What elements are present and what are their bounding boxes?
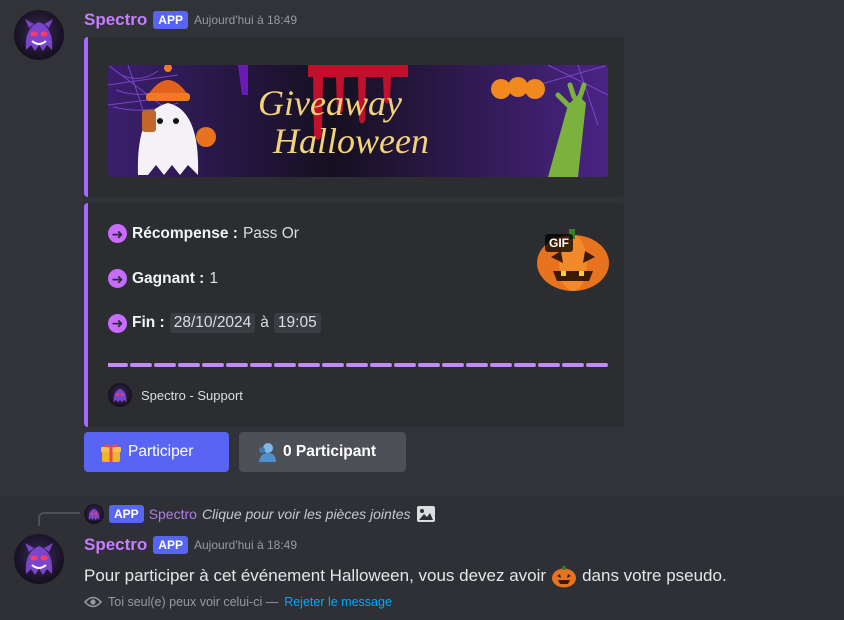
footer-text: Spectro - Support bbox=[141, 387, 243, 403]
message-text-after: dans votre pseudo. bbox=[582, 566, 727, 585]
svg-text:Giveaway: Giveaway bbox=[258, 83, 402, 123]
giveaway-embed: ➜ Récompense : Pass Or ➜ Gagnant : 1 ➜ F… bbox=[84, 203, 624, 427]
pumpkin-gif-thumbnail[interactable]: GIF bbox=[535, 223, 611, 293]
eye-icon bbox=[84, 596, 102, 608]
end-date: 28/10/2024 bbox=[169, 313, 256, 333]
field-end: ➜ Fin : 28/10/2024 à 19:05 bbox=[108, 313, 321, 333]
halloween-banner-icon: Giveaway Halloween bbox=[108, 65, 608, 177]
participants-button[interactable]: 0 Participant bbox=[239, 432, 406, 472]
field-reward-name: Récompense : bbox=[132, 224, 238, 242]
reply-avatar bbox=[84, 504, 104, 524]
bot-avatar[interactable] bbox=[14, 10, 64, 60]
end-time: 19:05 bbox=[273, 313, 321, 333]
participate-label: Participer bbox=[128, 443, 194, 460]
embed-footer: Spectro - Support bbox=[108, 383, 243, 407]
dismiss-message-link[interactable]: Rejeter le message bbox=[284, 595, 392, 609]
timestamp[interactable]: Aujourd'hui à 18:49 bbox=[194, 538, 297, 552]
username[interactable]: Spectro bbox=[84, 535, 147, 555]
bot-avatar[interactable] bbox=[14, 534, 64, 584]
gift-icon bbox=[101, 443, 121, 462]
ghost-avatar-icon bbox=[25, 543, 53, 575]
giveaway-banner-image[interactable]: Giveaway Halloween bbox=[108, 65, 608, 177]
field-reward-value: Pass Or bbox=[242, 224, 299, 242]
arrow-right-icon: ➜ bbox=[108, 269, 127, 288]
footer-avatar bbox=[108, 383, 132, 407]
participants-label: 0 Participant bbox=[283, 443, 377, 460]
ghost-avatar-icon bbox=[25, 19, 53, 51]
message-content: Pour participer à cet événement Hallowee… bbox=[84, 564, 727, 588]
field-winners-value: 1 bbox=[209, 269, 218, 287]
arrow-right-icon: ➜ bbox=[108, 224, 127, 243]
reply-connector bbox=[38, 512, 80, 526]
field-winners-name: Gagnant : bbox=[132, 269, 205, 287]
banner-embed: Giveaway Halloween bbox=[84, 37, 624, 197]
field-winners: ➜ Gagnant : 1 bbox=[108, 269, 218, 288]
app-badge: APP bbox=[153, 11, 188, 29]
app-badge: APP bbox=[153, 536, 188, 554]
user-icon bbox=[259, 443, 276, 462]
reply-text[interactable]: Clique pour voir les pièces jointes bbox=[202, 506, 411, 522]
image-icon bbox=[416, 506, 435, 522]
message-text-before: Pour participer à cet événement Hallowee… bbox=[84, 566, 547, 585]
timestamp[interactable]: Aujourd'hui à 18:49 bbox=[194, 13, 297, 27]
svg-text:Halloween: Halloween bbox=[272, 121, 429, 161]
dashed-divider bbox=[108, 363, 608, 367]
app-badge: APP bbox=[109, 505, 144, 523]
ephemeral-note: Toi seul(e) peux voir celui-ci — bbox=[108, 595, 279, 609]
arrow-right-icon: ➜ bbox=[108, 313, 127, 333]
gif-label: GIF bbox=[545, 234, 573, 252]
field-reward: ➜ Récompense : Pass Or bbox=[108, 224, 299, 243]
end-connector: à bbox=[260, 314, 269, 331]
username[interactable]: Spectro bbox=[84, 10, 147, 30]
ghost-avatar-icon bbox=[113, 388, 127, 403]
participate-button[interactable]: Participer bbox=[84, 432, 229, 472]
jack-o-lantern-icon bbox=[552, 566, 577, 588]
reply-preview[interactable]: APP Spectro Clique pour voir les pièces … bbox=[84, 504, 436, 524]
field-end-name: Fin : bbox=[132, 314, 165, 331]
ephemeral-notice: Toi seul(e) peux voir celui-ci — Rejeter… bbox=[84, 595, 392, 609]
ghost-avatar-icon bbox=[88, 508, 100, 521]
reply-username[interactable]: Spectro bbox=[149, 506, 197, 522]
